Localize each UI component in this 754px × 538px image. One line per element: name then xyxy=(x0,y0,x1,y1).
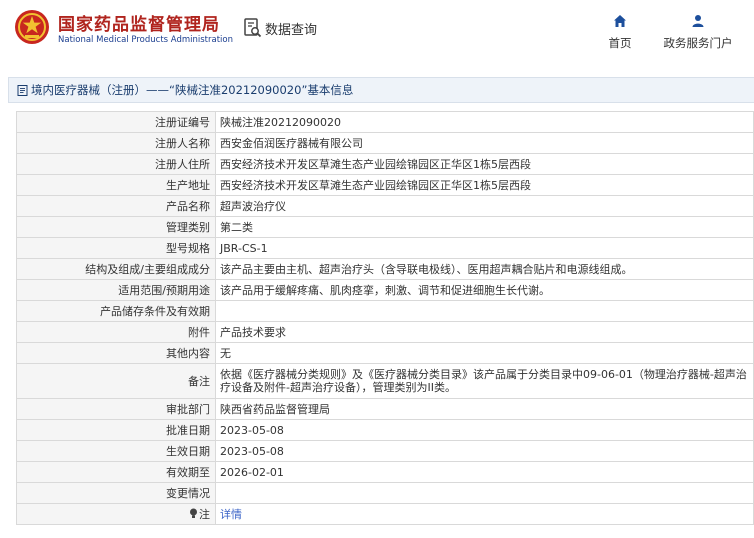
note-label: 注 xyxy=(199,507,210,521)
user-icon xyxy=(692,15,704,27)
row-label: 管理类别 xyxy=(16,216,216,238)
row-value: 西安经济技术开发区草滩生态产业园绘锦园区正华区1栋5层西段 xyxy=(215,174,754,196)
national-emblem-icon xyxy=(15,10,49,44)
table-row: 结构及组成/主要组成成分 该产品主要由主机、超声治疗头（含导联电极线）、医用超声… xyxy=(16,258,754,280)
nav-service-portal-label: 政务服务门户 xyxy=(663,36,733,50)
row-label: 批准日期 xyxy=(16,419,216,441)
nav-home[interactable]: 首页 xyxy=(600,14,640,51)
nav-service-portal[interactable]: 政务服务门户 xyxy=(656,14,740,51)
table-row: 生效日期 2023-05-08 xyxy=(16,440,754,462)
row-label: 变更情况 xyxy=(16,482,216,504)
row-value xyxy=(215,300,754,322)
row-label: 型号规格 xyxy=(16,237,216,259)
row-label: 审批部门 xyxy=(16,398,216,420)
row-value: 陕械注准20212090020 xyxy=(215,111,754,133)
brand-name-cn: 国家药品监督管理局 xyxy=(58,15,220,35)
table-row: 审批部门 陕西省药品监督管理局 xyxy=(16,398,754,420)
row-value-note: 详情 xyxy=(215,503,754,525)
row-value: 陕西省药品监督管理局 xyxy=(215,398,754,420)
table-row: 其他内容 无 xyxy=(16,342,754,364)
row-value: 该产品用于缓解疼痛、肌肉痉挛，刺激、调节和促进细胞生长代谢。 xyxy=(215,279,754,301)
row-value: 第二类 xyxy=(215,216,754,238)
row-value xyxy=(215,482,754,504)
table-row: 生产地址 西安经济技术开发区草滩生态产业园绘锦园区正华区1栋5层西段 xyxy=(16,174,754,196)
detail-table-container: 注册证编号 陕械注准20212090020 注册人名称 西安金佰润医疗器械有限公… xyxy=(16,111,754,525)
breadcrumb: 境内医疗器械（注册）——“陕械注准20212090020”基本信息 xyxy=(8,77,754,103)
site-header: 国家药品监督管理局 National Medical Products Admi… xyxy=(0,0,754,66)
row-value: 无 xyxy=(215,342,754,364)
table-row: 管理类别 第二类 xyxy=(16,216,754,238)
row-label: 生产地址 xyxy=(16,174,216,196)
row-label: 注册人住所 xyxy=(16,153,216,175)
table-row: 注册证编号 陕械注准20212090020 xyxy=(16,111,754,133)
data-query-label: 数据查询 xyxy=(265,22,318,38)
search-document-icon xyxy=(244,18,262,38)
home-icon xyxy=(614,15,626,27)
row-value: 该产品主要由主机、超声治疗头（含导联电极线）、医用超声耦合贴片和电源线组成。 xyxy=(215,258,754,280)
data-query-link[interactable]: 数据查询 xyxy=(244,18,317,38)
row-label: 注册证编号 xyxy=(16,111,216,133)
bulb-icon xyxy=(190,508,197,518)
row-label-note: 注 xyxy=(16,503,216,525)
row-value: 2026-02-01 xyxy=(215,461,754,483)
row-label: 有效期至 xyxy=(16,461,216,483)
row-value: 西安经济技术开发区草滩生态产业园绘锦园区正华区1栋5层西段 xyxy=(215,153,754,175)
table-row-note: 注 详情 xyxy=(16,503,754,525)
row-label: 结构及组成/主要组成成分 xyxy=(16,258,216,280)
row-value: 依据《医疗器械分类规则》及《医疗器械分类目录》该产品属于分类目录中09-06-0… xyxy=(215,363,754,399)
row-label: 适用范围/预期用途 xyxy=(16,279,216,301)
row-value: 2023-05-08 xyxy=(215,419,754,441)
table-row: 注册人住所 西安经济技术开发区草滩生态产业园绘锦园区正华区1栋5层西段 xyxy=(16,153,754,175)
row-value: 产品技术要求 xyxy=(215,321,754,343)
row-label: 生效日期 xyxy=(16,440,216,462)
breadcrumb-text: 境内医疗器械（注册）——“陕械注准20212090020”基本信息 xyxy=(31,83,354,97)
document-icon xyxy=(17,84,28,96)
row-value: JBR-CS-1 xyxy=(215,237,754,259)
row-value: 西安金佰润医疗器械有限公司 xyxy=(215,132,754,154)
row-value: 超声波治疗仪 xyxy=(215,195,754,217)
row-label: 注册人名称 xyxy=(16,132,216,154)
table-row: 变更情况 xyxy=(16,482,754,504)
row-value: 2023-05-08 xyxy=(215,440,754,462)
table-row: 注册人名称 西安金佰润医疗器械有限公司 xyxy=(16,132,754,154)
row-label: 备注 xyxy=(16,363,216,399)
row-label: 附件 xyxy=(16,321,216,343)
brand-name-en: National Medical Products Administration xyxy=(58,35,233,45)
table-row: 备注 依据《医疗器械分类规则》及《医疗器械分类目录》该产品属于分类目录中09-0… xyxy=(16,363,754,399)
table-row: 批准日期 2023-05-08 xyxy=(16,419,754,441)
table-row: 产品名称 超声波治疗仪 xyxy=(16,195,754,217)
detail-table: 注册证编号 陕械注准20212090020 注册人名称 西安金佰润医疗器械有限公… xyxy=(16,111,754,525)
row-label: 产品名称 xyxy=(16,195,216,217)
nav-home-label: 首页 xyxy=(608,36,632,50)
row-label: 产品储存条件及有效期 xyxy=(16,300,216,322)
table-row: 附件 产品技术要求 xyxy=(16,321,754,343)
details-link[interactable]: 详情 xyxy=(220,508,242,521)
table-row: 产品储存条件及有效期 xyxy=(16,300,754,322)
table-row: 适用范围/预期用途 该产品用于缓解疼痛、肌肉痉挛，刺激、调节和促进细胞生长代谢。 xyxy=(16,279,754,301)
table-row: 有效期至 2026-02-01 xyxy=(16,461,754,483)
row-label: 其他内容 xyxy=(16,342,216,364)
table-row: 型号规格 JBR-CS-1 xyxy=(16,237,754,259)
